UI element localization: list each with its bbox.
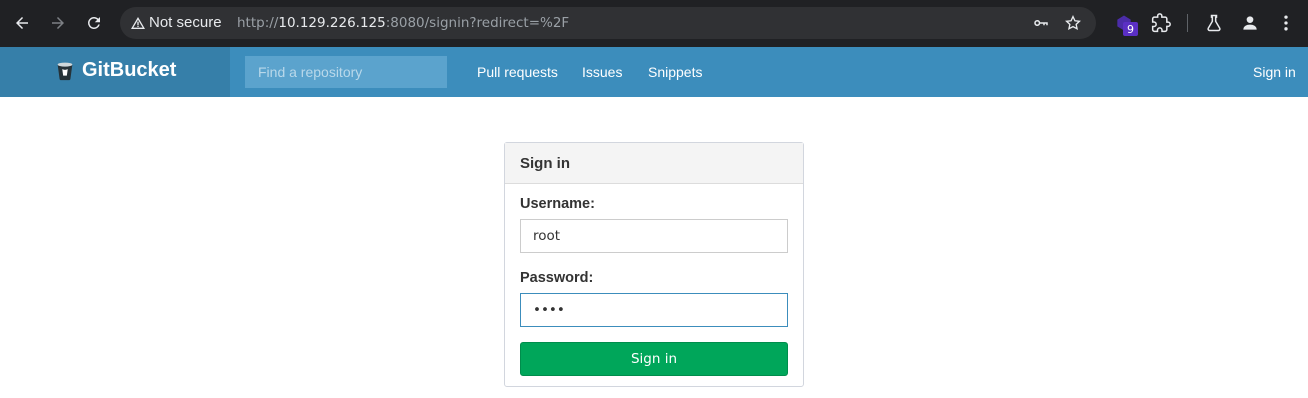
nav-issues[interactable]: Issues	[582, 64, 622, 80]
star-icon[interactable]	[1064, 14, 1082, 32]
puzzle-icon[interactable]	[1151, 13, 1171, 33]
profile-icon[interactable]	[1240, 13, 1260, 33]
browser-toolbar: Not secure http://10.129.226.125:8080/si…	[0, 0, 1308, 47]
username-label: Username:	[520, 196, 595, 212]
signin-panel: Sign in Username: Password: Sign in	[504, 142, 804, 387]
back-icon[interactable]	[10, 11, 34, 35]
forward-icon[interactable]	[46, 11, 70, 35]
extension-badge: 9	[1123, 22, 1138, 36]
header-sign-in-link[interactable]: Sign in	[1253, 64, 1296, 80]
password-label: Password:	[520, 270, 594, 286]
password-field[interactable]	[520, 293, 788, 327]
flask-icon[interactable]	[1204, 13, 1224, 33]
logo-link[interactable]: GitBucket	[0, 47, 230, 97]
address-bar[interactable]: Not secure http://10.129.226.125:8080/si…	[120, 7, 1096, 39]
app-header: GitBucket Pull requests Issues Snippets …	[0, 47, 1308, 97]
logo-text: GitBucket	[82, 59, 177, 81]
nav-snippets[interactable]: Snippets	[648, 64, 702, 80]
security-label[interactable]: Not secure	[149, 14, 222, 31]
nav-pull-requests[interactable]: Pull requests	[477, 64, 558, 80]
url-text[interactable]: http://10.129.226.125:8080/signin?redire…	[237, 15, 569, 31]
signin-title: Sign in	[505, 143, 803, 184]
repository-search-input[interactable]	[245, 56, 447, 88]
warning-icon[interactable]	[130, 15, 146, 31]
toolbar-divider	[1187, 14, 1188, 32]
bucket-logo-icon	[57, 62, 73, 81]
sign-in-button[interactable]: Sign in	[520, 342, 788, 376]
reload-icon[interactable]	[82, 11, 106, 35]
key-icon[interactable]	[1032, 14, 1050, 32]
username-field[interactable]	[520, 219, 788, 253]
menu-icon[interactable]	[1276, 13, 1296, 33]
